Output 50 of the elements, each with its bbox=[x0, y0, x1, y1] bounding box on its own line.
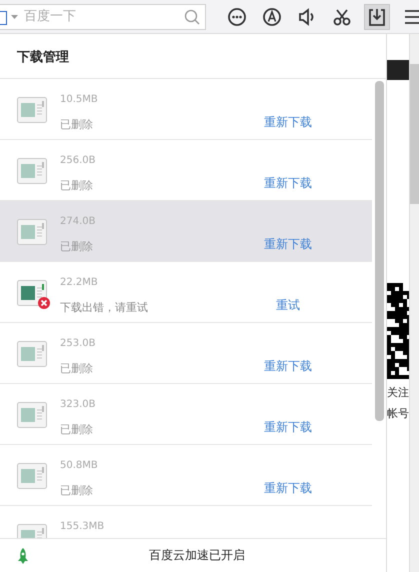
font-icon bbox=[263, 8, 281, 26]
redownload-link[interactable]: 重新下载 bbox=[264, 175, 312, 192]
file-size: 253.0B bbox=[60, 338, 96, 349]
file-icon bbox=[17, 158, 47, 184]
caret-icon[interactable] bbox=[11, 14, 18, 18]
rocket-icon bbox=[17, 548, 29, 564]
chat-icon bbox=[228, 8, 246, 26]
scissors-icon bbox=[334, 8, 350, 25]
download-status: 已删除 bbox=[60, 483, 94, 498]
download-row[interactable]: 274.0B 已删除 重新下载 bbox=[0, 201, 372, 262]
scrollbar-thumb[interactable] bbox=[374, 81, 384, 421]
download-status: 下载出错，请重试 bbox=[60, 300, 149, 315]
toolbar-button[interactable] bbox=[364, 4, 390, 30]
speaker-icon bbox=[299, 8, 314, 26]
file-size: 10.5MB bbox=[60, 94, 99, 105]
qr-code-icon bbox=[387, 283, 410, 379]
page-scrollbar-thumb[interactable] bbox=[410, 64, 419, 204]
file-icon bbox=[17, 97, 47, 123]
menu-icon bbox=[404, 10, 419, 24]
redownload-link[interactable]: 重新下载 bbox=[264, 236, 312, 253]
download-status: 已删除 bbox=[60, 422, 94, 437]
download-status: 已删除 bbox=[60, 361, 94, 376]
panel-title: 下载管理 bbox=[17, 49, 69, 66]
file-size: 274.0B bbox=[60, 216, 96, 227]
file-icon bbox=[17, 463, 47, 489]
download-status: 已删除 bbox=[60, 117, 94, 132]
redownload-link[interactable]: 重新下载 bbox=[264, 114, 312, 131]
file-size: 22.2MB bbox=[60, 277, 99, 288]
redownload-link[interactable]: 重新下载 bbox=[264, 358, 312, 375]
retry-link[interactable]: 重试 bbox=[276, 297, 300, 314]
redownload-link[interactable]: 重新下载 bbox=[264, 480, 312, 497]
file-icon bbox=[17, 219, 47, 245]
file-icon bbox=[17, 341, 47, 367]
search-field[interactable]: 百度一下 bbox=[0, 4, 206, 30]
page-banner bbox=[387, 60, 410, 80]
page-text: 帐号 bbox=[387, 406, 410, 421]
download-icon bbox=[369, 8, 385, 26]
download-status: 已删除 bbox=[60, 239, 94, 254]
acceleration-status: 百度云加速已开启 bbox=[149, 547, 245, 564]
search-icon[interactable] bbox=[184, 8, 200, 24]
search-engine-icon[interactable] bbox=[0, 10, 7, 24]
file-icon bbox=[17, 402, 47, 428]
redownload-link[interactable]: 重新下载 bbox=[264, 419, 312, 436]
page-text: 关注 bbox=[387, 385, 410, 400]
file-size: 50.8MB bbox=[60, 460, 99, 471]
file-size: 323.0B bbox=[60, 399, 96, 410]
download-status: 已删除 bbox=[60, 178, 94, 193]
file-size: 155.3MB bbox=[60, 521, 106, 532]
file-error-icon bbox=[17, 280, 51, 310]
file-size: 256.0B bbox=[60, 155, 96, 166]
